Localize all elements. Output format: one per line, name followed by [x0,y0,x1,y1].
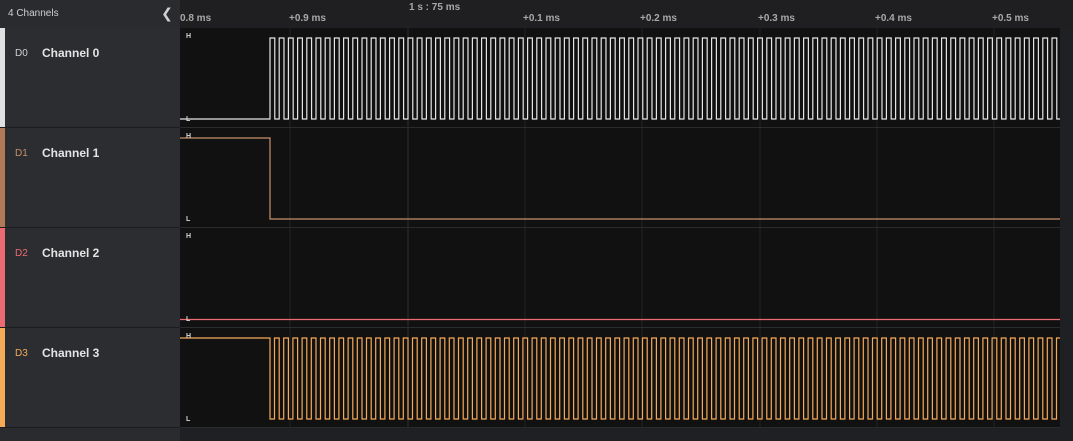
channel-color-stripe [0,128,5,227]
channel-name[interactable]: Channel 2 [42,246,99,260]
channel-1-waveform [180,137,1060,220]
channel-row-1[interactable]: D1 Channel 1 [0,128,180,228]
sidebar-header: 4 Channels ❮ [0,0,180,29]
ruler-tick-label: +0.5 ms [992,13,1029,24]
horizontal-scrollbar[interactable] [180,428,1073,441]
channel-color-stripe [0,328,5,427]
chevron-left-icon[interactable]: ❮ [160,5,174,21]
channel-sidebar: 4 Channels ❮ D0 Channel 0 D1 Channel 1 D… [0,0,180,441]
vertical-scrollbar[interactable] [1060,28,1073,428]
ruler-center-label: 1 s : 75 ms [409,2,461,13]
channel-name[interactable]: Channel 0 [42,46,99,60]
channel-2-low-label: L [186,316,191,323]
channel-id: D3 [15,348,28,359]
channel-row-2[interactable]: D2 Channel 2 [0,228,180,328]
channel-name[interactable]: Channel 1 [42,146,99,160]
channel-0-low-label: L [186,116,191,123]
ruler-tick-label: 0.8 ms [180,13,212,24]
ruler-tick-label: +0.9 ms [289,13,326,24]
waveform-area[interactable]: H L H L H L H L [180,28,1060,428]
channel-0-high-label: H [186,33,192,40]
channel-color-stripe [0,228,5,327]
channel-id: D0 [15,48,28,59]
ruler-tick-label: +0.3 ms [758,13,795,24]
ruler-tick-label: +0.1 ms [523,13,560,24]
channel-0-waveform [180,37,1060,120]
channel-1-low-label: L [186,216,191,223]
channel-id: D1 [15,148,28,159]
channel-3-waveform [180,337,1060,420]
channel-3-high-label: H [186,333,192,340]
ruler-tick-label: +0.2 ms [640,13,677,24]
channel-row-0[interactable]: D0 Channel 0 [0,28,180,128]
channel-2-high-label: H [186,233,192,240]
channel-count-title: 4 Channels [8,8,59,19]
waveform-canvas[interactable] [180,28,1060,428]
time-ruler[interactable]: 1 s : 75 ms 0.8 ms +0.9 ms +0.1 ms +0.2 … [180,0,1073,29]
channel-row-3[interactable]: D3 Channel 3 [0,328,180,428]
ruler-tick-label: +0.4 ms [875,13,912,24]
channel-color-stripe [0,28,5,127]
channel-id: D2 [15,248,28,259]
channel-name[interactable]: Channel 3 [42,346,99,360]
channel-3-low-label: L [186,416,191,423]
channel-1-high-label: H [186,133,192,140]
